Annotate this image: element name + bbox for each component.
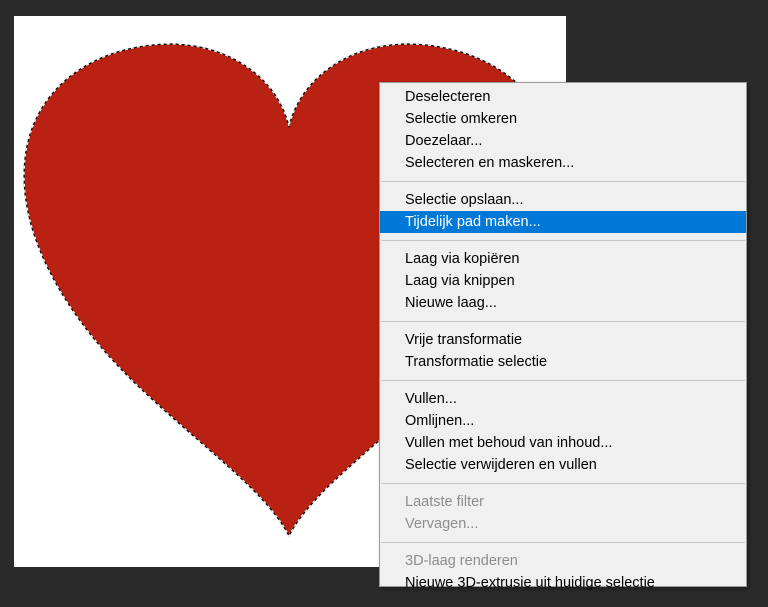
menu-item-deselecteren[interactable]: Deselecteren (380, 86, 746, 108)
menu-separator (381, 542, 745, 543)
menu-separator (381, 321, 745, 322)
menu-separator (381, 483, 745, 484)
menu-item-doezelaar[interactable]: Doezelaar... (380, 130, 746, 152)
menu-item-selecteren-en-maskeren[interactable]: Selecteren en maskeren... (380, 152, 746, 174)
menu-item-transformatie-selectie[interactable]: Transformatie selectie (380, 351, 746, 373)
menu-item-selectie-opslaan[interactable]: Selectie opslaan... (380, 189, 746, 211)
menu-item-nieuwe-3d-extrusie-uit-huidige-selectie[interactable]: Nieuwe 3D-extrusie uit huidige selectie (380, 572, 746, 594)
context-menu: Deselecteren Selectie omkeren Doezelaar...… (379, 82, 747, 591)
menu-item-laatste-filter[interactable]: Laatste filter (380, 491, 746, 513)
menu-item-vullen-met-behoud-van-inhoud[interactable]: Vullen met behoud van inhoud... (380, 432, 746, 454)
menu-item-vullen[interactable]: Vullen... (380, 388, 746, 410)
menu-item-selectie-verwijderen-en-vullen[interactable]: Selectie verwijderen en vullen (380, 454, 746, 476)
menu-item-selectie-omkeren[interactable]: Selectie omkeren (380, 108, 746, 130)
menu-item-nieuwe-laag[interactable]: Nieuwe laag... (380, 292, 746, 314)
menu-item-3d-laag-renderen[interactable]: 3D-laag renderen (380, 550, 746, 572)
menu-item-omlijnen[interactable]: Omlijnen... (380, 410, 746, 432)
menu-separator (381, 181, 745, 182)
menu-separator (381, 380, 745, 381)
menu-item-laag-via-knippen[interactable]: Laag via knippen (380, 270, 746, 292)
menu-item-laag-via-kopieren[interactable]: Laag via kopiëren (380, 248, 746, 270)
menu-item-tijdelijk-pad-maken[interactable]: Tijdelijk pad maken... (380, 211, 746, 233)
menu-separator (381, 240, 745, 241)
menu-item-vrije-transformatie[interactable]: Vrije transformatie (380, 329, 746, 351)
menu-item-vervagen[interactable]: Vervagen... (380, 513, 746, 535)
